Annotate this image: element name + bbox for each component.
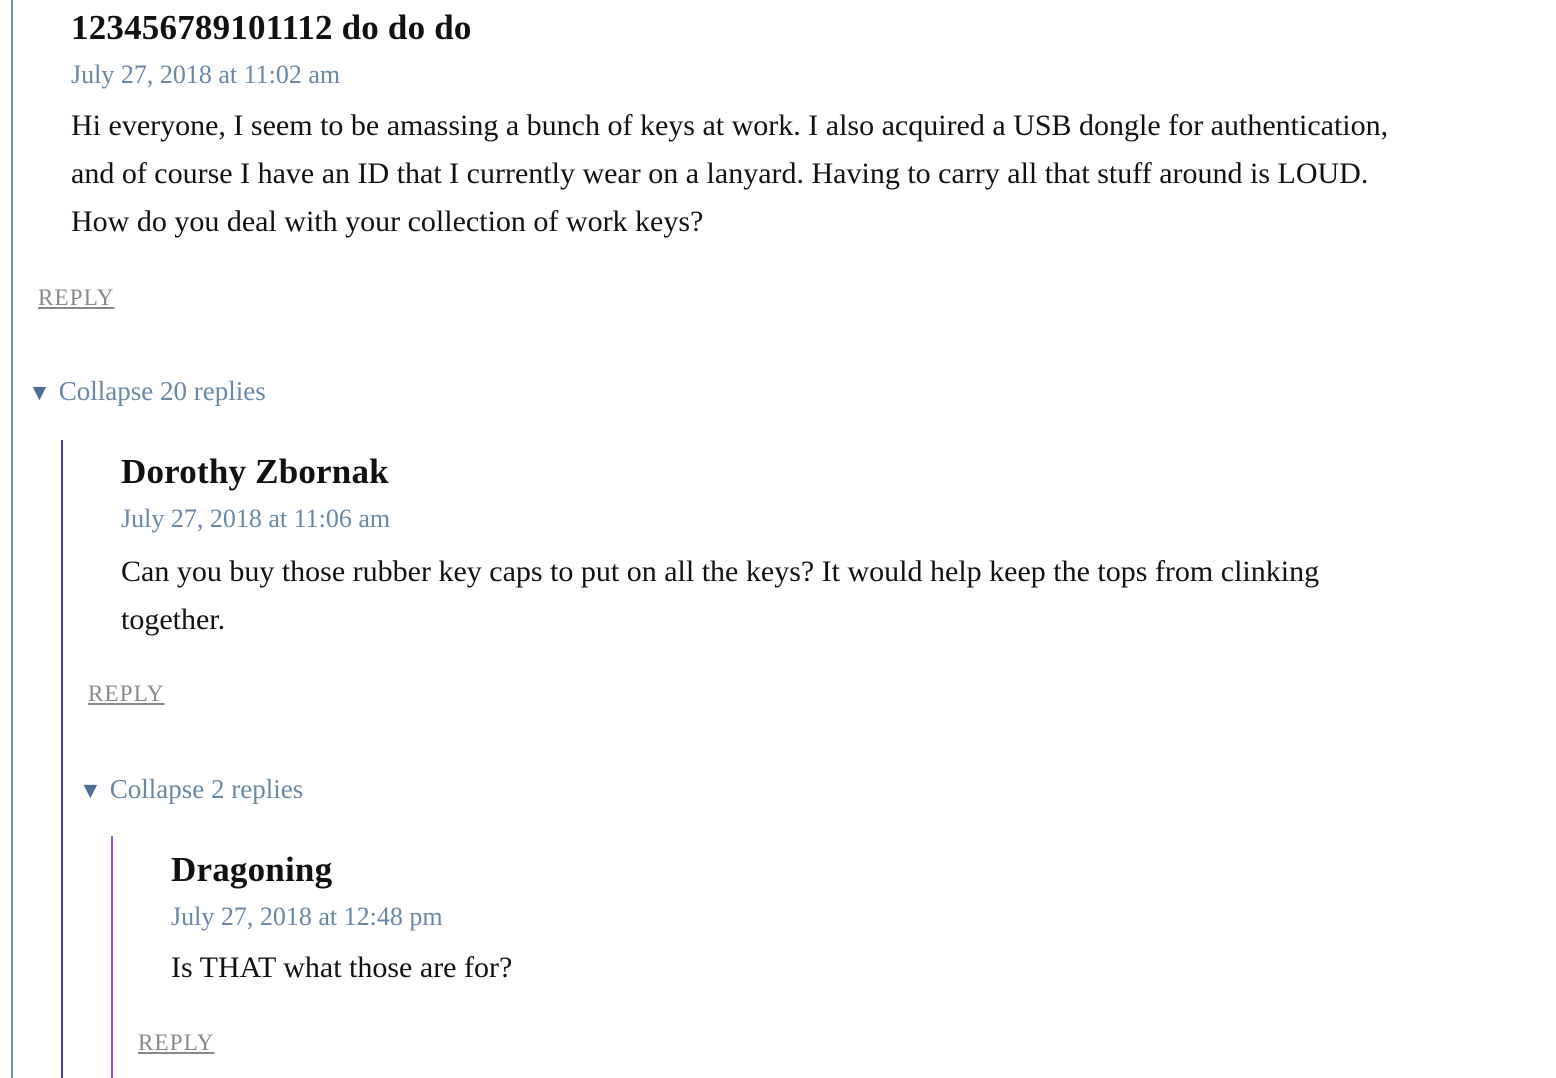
collapse-replies-toggle[interactable]: ▼ Collapse 20 replies: [28, 376, 266, 407]
comment-author: Dragoning: [171, 850, 333, 889]
comment-body-line: together.: [121, 603, 226, 636]
comment-author: 123456789101112 do do do: [71, 8, 472, 47]
comment-body-line: Is THAT what those are for?: [171, 951, 513, 984]
reply-button[interactable]: REPLY: [138, 1030, 215, 1056]
comment-author: Dorothy Zbornak: [121, 452, 389, 491]
thread-line-level-2: [61, 440, 63, 1078]
thread-line-level-1: [11, 0, 13, 1078]
collapse-replies-toggle[interactable]: ▼ Collapse 2 replies: [79, 774, 303, 805]
comment-date-link[interactable]: July 27, 2018 at 12:48 pm: [171, 902, 443, 932]
comment-body-line: Hi everyone, I seem to be amassing a bun…: [71, 109, 1389, 142]
comment-body-line: Can you buy those rubber key caps to put…: [121, 555, 1320, 588]
comment-body-line: and of course I have an ID that I curren…: [71, 157, 1369, 190]
comment-body-line: How do you deal with your collection of …: [71, 205, 704, 238]
comment-body: Hi everyone, I seem to be amassing a bun…: [71, 102, 1551, 246]
triangle-down-icon: ▼: [79, 778, 102, 803]
triangle-down-icon: ▼: [28, 380, 51, 405]
collapse-replies-label: Collapse 20 replies: [58, 376, 266, 406]
comment-body: Can you buy those rubber key caps to put…: [121, 548, 1541, 644]
thread-line-level-3: [111, 836, 113, 1078]
comment-date-link[interactable]: July 27, 2018 at 11:02 am: [71, 60, 340, 90]
reply-button[interactable]: REPLY: [38, 285, 115, 311]
collapse-replies-label: Collapse 2 replies: [109, 774, 304, 804]
comment-body: Is THAT what those are for?: [171, 944, 1541, 992]
reply-button[interactable]: REPLY: [88, 681, 165, 707]
comment-date-link[interactable]: July 27, 2018 at 11:06 am: [121, 504, 390, 534]
